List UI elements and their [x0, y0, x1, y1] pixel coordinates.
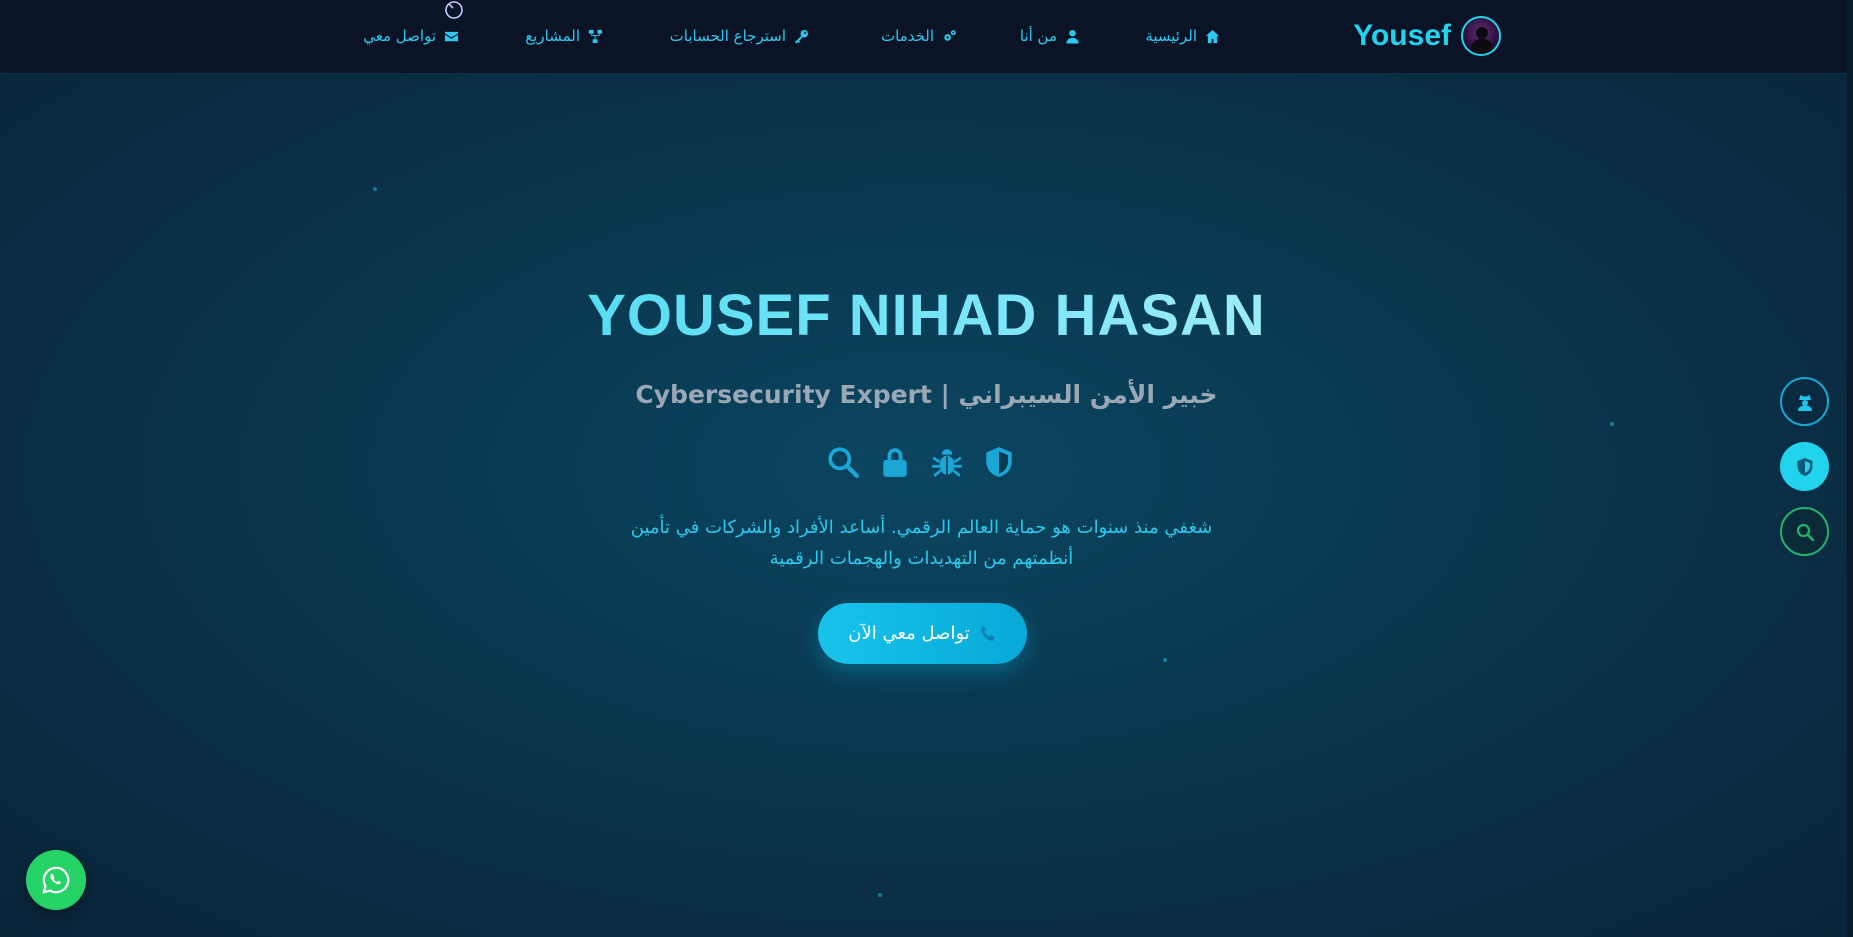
nav-item-label: الرئيسية — [1145, 27, 1197, 45]
scrollbar[interactable] — [1847, 0, 1853, 937]
home-icon — [1205, 29, 1220, 43]
particle — [1610, 422, 1614, 426]
button-label: تواصل معي الآن — [848, 623, 970, 644]
brand[interactable]: Yousef — [1353, 14, 1501, 58]
side-button-search[interactable] — [1780, 507, 1829, 556]
project-diagram-icon — [588, 29, 603, 43]
search-icon — [1796, 523, 1814, 541]
top-navbar: Yousef الرئيسية من أنا الخدمات استرجاع ا… — [0, 0, 1853, 74]
nav-item-label: استرجاع الحسابات — [669, 27, 786, 45]
avatar — [1461, 16, 1501, 56]
particle — [373, 187, 377, 191]
nav-item-label: من أنا — [1019, 27, 1057, 45]
whatsapp-button[interactable] — [26, 850, 86, 910]
nav-item-home[interactable]: الرئيسية — [1145, 24, 1220, 48]
nav-item-label: المشاريع — [525, 27, 580, 45]
user-icon — [1066, 29, 1079, 44]
contact-now-button[interactable]: تواصل معي الآن — [818, 603, 1027, 664]
side-button-security[interactable] — [1780, 442, 1829, 491]
hero-icon-row — [826, 442, 1016, 482]
envelope-icon — [444, 31, 459, 41]
shield-icon — [1797, 457, 1812, 476]
brand-name: Yousef — [1353, 19, 1451, 52]
particle — [1163, 658, 1167, 662]
lock-icon — [883, 448, 907, 477]
description-line: شغفي منذ سنوات هو حماية العالم الرقمي. أ… — [630, 517, 1213, 538]
description-line: أنظمتهم من التهديدات والهجمات الرقمية — [769, 548, 1074, 569]
nav-item-about[interactable]: من أنا — [1020, 24, 1080, 48]
whatsapp-icon — [42, 866, 70, 894]
nav-item-projects[interactable]: المشاريع — [525, 24, 603, 48]
hero-subtitle: خبير الأمن السيبراني | Cybersecurity Exp… — [635, 380, 1218, 409]
nav-item-services[interactable]: الخدمات — [881, 24, 957, 48]
side-button-privacy[interactable] — [1780, 377, 1829, 426]
key-icon — [794, 29, 809, 44]
gears-icon — [944, 29, 956, 41]
phone-icon — [980, 626, 995, 641]
shield-icon — [986, 447, 1012, 477]
nav-item-contact[interactable]: تواصل معي — [363, 24, 459, 48]
user-secret-icon — [1797, 394, 1812, 411]
cursor-icon — [445, 1, 463, 19]
nav-item-account-recovery[interactable]: استرجاع الحسابات — [670, 24, 809, 48]
hero-description: شغفي منذ سنوات هو حماية العالم الرقمي. أ… — [600, 512, 1243, 574]
particle — [878, 893, 882, 897]
hero-title: YOUSEF NIHAD HASAN — [0, 282, 1853, 349]
nav-item-label: الخدمات — [880, 27, 934, 45]
bug-icon — [932, 449, 962, 477]
nav-item-label: تواصل معي — [363, 27, 436, 45]
search-icon — [828, 447, 859, 478]
